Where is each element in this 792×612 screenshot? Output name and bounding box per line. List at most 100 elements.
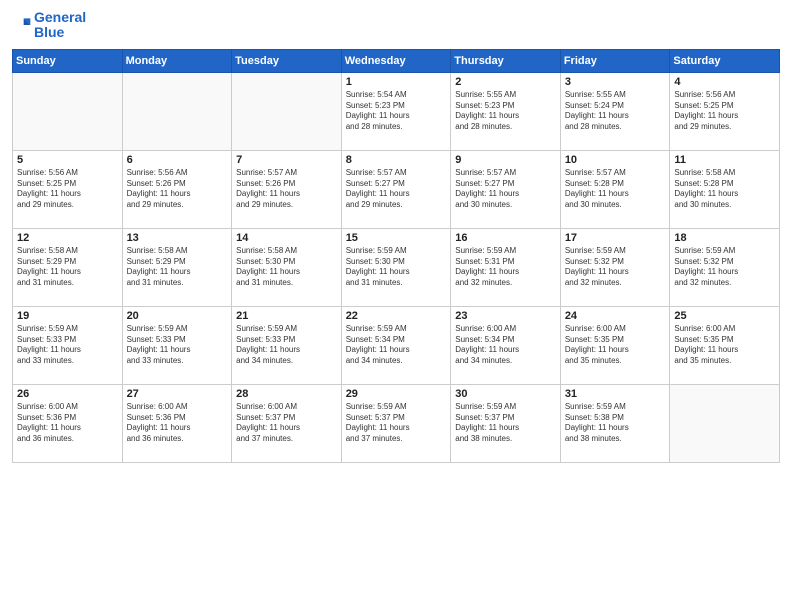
logo: GeneralBlue xyxy=(12,10,86,41)
calendar-cell: 27 Sunrise: 6:00 AM Sunset: 5:36 PM Dayli… xyxy=(122,384,232,462)
day-number: 5 xyxy=(17,154,118,166)
day-info: Sunrise: 6:00 AM Sunset: 5:35 PM Dayligh… xyxy=(674,324,775,367)
calendar-cell: 18 Sunrise: 5:59 AM Sunset: 5:32 PM Dayli… xyxy=(670,228,780,306)
calendar-cell: 11 Sunrise: 5:58 AM Sunset: 5:28 PM Dayli… xyxy=(670,150,780,228)
day-info: Sunrise: 5:55 AM Sunset: 5:24 PM Dayligh… xyxy=(565,90,666,133)
weekday-header-tuesday: Tuesday xyxy=(232,49,342,72)
day-info: Sunrise: 5:55 AM Sunset: 5:23 PM Dayligh… xyxy=(455,90,556,133)
calendar-cell: 20 Sunrise: 5:59 AM Sunset: 5:33 PM Dayli… xyxy=(122,306,232,384)
calendar-cell: 29 Sunrise: 5:59 AM Sunset: 5:37 PM Dayli… xyxy=(341,384,451,462)
day-info: Sunrise: 5:59 AM Sunset: 5:33 PM Dayligh… xyxy=(127,324,228,367)
day-number: 8 xyxy=(346,154,447,166)
calendar-cell: 23Sunrise: 6:00 AM Sunset: 5:34 PM Dayli… xyxy=(451,306,561,384)
day-info: Sunrise: 5:57 AM Sunset: 5:26 PM Dayligh… xyxy=(236,168,337,211)
calendar-cell: 2 Sunrise: 5:55 AM Sunset: 5:23 PM Daylig… xyxy=(451,72,561,150)
day-number: 19 xyxy=(17,310,118,322)
calendar-cell: 4 Sunrise: 5:56 AM Sunset: 5:25 PM Daylig… xyxy=(670,72,780,150)
calendar-cell: 31 Sunrise: 5:59 AM Sunset: 5:38 PM Dayli… xyxy=(560,384,670,462)
calendar-cell: 17 Sunrise: 5:59 AM Sunset: 5:32 PM Dayli… xyxy=(560,228,670,306)
weekday-header-saturday: Saturday xyxy=(670,49,780,72)
day-number: 2 xyxy=(455,76,556,88)
weekday-header-monday: Monday xyxy=(122,49,232,72)
calendar-cell: 16Sunrise: 5:59 AM Sunset: 5:31 PM Dayli… xyxy=(451,228,561,306)
day-info: Sunrise: 5:59 AM Sunset: 5:31 PM Dayligh… xyxy=(455,246,556,289)
calendar-cell: 14Sunrise: 5:58 AM Sunset: 5:30 PM Dayli… xyxy=(232,228,342,306)
day-info: Sunrise: 5:56 AM Sunset: 5:25 PM Dayligh… xyxy=(17,168,118,211)
day-number: 20 xyxy=(127,310,228,322)
calendar-cell xyxy=(122,72,232,150)
day-info: Sunrise: 5:58 AM Sunset: 5:28 PM Dayligh… xyxy=(674,168,775,211)
logo-icon xyxy=(12,15,32,35)
calendar-cell xyxy=(232,72,342,150)
day-info: Sunrise: 5:59 AM Sunset: 5:37 PM Dayligh… xyxy=(346,402,447,445)
day-info: Sunrise: 5:56 AM Sunset: 5:25 PM Dayligh… xyxy=(674,90,775,133)
day-info: Sunrise: 5:59 AM Sunset: 5:34 PM Dayligh… xyxy=(346,324,447,367)
day-number: 30 xyxy=(455,388,556,400)
calendar-cell: 12 Sunrise: 5:58 AM Sunset: 5:29 PM Dayli… xyxy=(13,228,123,306)
page-header: GeneralBlue xyxy=(12,10,780,41)
day-number: 23 xyxy=(455,310,556,322)
day-info: Sunrise: 5:58 AM Sunset: 5:29 PM Dayligh… xyxy=(127,246,228,289)
day-info: Sunrise: 5:59 AM Sunset: 5:32 PM Dayligh… xyxy=(565,246,666,289)
day-number: 21 xyxy=(236,310,337,322)
day-number: 22 xyxy=(346,310,447,322)
calendar-cell: 8 Sunrise: 5:57 AM Sunset: 5:27 PM Daylig… xyxy=(341,150,451,228)
calendar-cell: 26Sunrise: 6:00 AM Sunset: 5:36 PM Dayli… xyxy=(13,384,123,462)
day-number: 9 xyxy=(455,154,556,166)
day-number: 4 xyxy=(674,76,775,88)
day-number: 1 xyxy=(346,76,447,88)
day-info: Sunrise: 5:57 AM Sunset: 5:27 PM Dayligh… xyxy=(346,168,447,211)
day-number: 13 xyxy=(127,232,228,244)
weekday-header-sunday: Sunday xyxy=(13,49,123,72)
day-info: Sunrise: 6:00 AM Sunset: 5:37 PM Dayligh… xyxy=(236,402,337,445)
calendar-cell: 24 Sunrise: 6:00 AM Sunset: 5:35 PM Dayli… xyxy=(560,306,670,384)
day-info: Sunrise: 5:57 AM Sunset: 5:28 PM Dayligh… xyxy=(565,168,666,211)
week-row-5: 26Sunrise: 6:00 AM Sunset: 5:36 PM Dayli… xyxy=(13,384,780,462)
day-number: 7 xyxy=(236,154,337,166)
week-row-4: 19 Sunrise: 5:59 AM Sunset: 5:33 PM Dayli… xyxy=(13,306,780,384)
day-info: Sunrise: 5:58 AM Sunset: 5:29 PM Dayligh… xyxy=(17,246,118,289)
calendar-cell: 1 Sunrise: 5:54 AM Sunset: 5:23 PM Daylig… xyxy=(341,72,451,150)
day-number: 31 xyxy=(565,388,666,400)
calendar-cell xyxy=(13,72,123,150)
day-number: 29 xyxy=(346,388,447,400)
calendar-cell: 5 Sunrise: 5:56 AM Sunset: 5:25 PM Daylig… xyxy=(13,150,123,228)
day-number: 10 xyxy=(565,154,666,166)
weekday-header-wednesday: Wednesday xyxy=(341,49,451,72)
week-row-2: 5 Sunrise: 5:56 AM Sunset: 5:25 PM Daylig… xyxy=(13,150,780,228)
day-info: Sunrise: 5:59 AM Sunset: 5:33 PM Dayligh… xyxy=(236,324,337,367)
day-number: 27 xyxy=(127,388,228,400)
calendar-cell: 21 Sunrise: 5:59 AM Sunset: 5:33 PM Dayli… xyxy=(232,306,342,384)
calendar-cell: 19 Sunrise: 5:59 AM Sunset: 5:33 PM Dayli… xyxy=(13,306,123,384)
day-number: 6 xyxy=(127,154,228,166)
day-info: Sunrise: 5:59 AM Sunset: 5:32 PM Dayligh… xyxy=(674,246,775,289)
day-number: 24 xyxy=(565,310,666,322)
calendar-cell: 7 Sunrise: 5:57 AM Sunset: 5:26 PM Daylig… xyxy=(232,150,342,228)
day-number: 12 xyxy=(17,232,118,244)
calendar-table: SundayMondayTuesdayWednesdayThursdayFrid… xyxy=(12,49,780,463)
calendar-cell: 30 Sunrise: 5:59 AM Sunset: 5:37 PM Dayli… xyxy=(451,384,561,462)
day-info: Sunrise: 5:57 AM Sunset: 5:27 PM Dayligh… xyxy=(455,168,556,211)
weekday-header-thursday: Thursday xyxy=(451,49,561,72)
day-number: 17 xyxy=(565,232,666,244)
week-row-3: 12 Sunrise: 5:58 AM Sunset: 5:29 PM Dayli… xyxy=(13,228,780,306)
calendar-page: GeneralBlue SundayMondayTuesdayWednesday… xyxy=(0,0,792,612)
day-info: Sunrise: 5:54 AM Sunset: 5:23 PM Dayligh… xyxy=(346,90,447,133)
day-number: 28 xyxy=(236,388,337,400)
day-info: Sunrise: 5:59 AM Sunset: 5:38 PM Dayligh… xyxy=(565,402,666,445)
day-info: Sunrise: 5:59 AM Sunset: 5:30 PM Dayligh… xyxy=(346,246,447,289)
day-info: Sunrise: 5:59 AM Sunset: 5:33 PM Dayligh… xyxy=(17,324,118,367)
day-info: Sunrise: 6:00 AM Sunset: 5:35 PM Dayligh… xyxy=(565,324,666,367)
calendar-cell: 15Sunrise: 5:59 AM Sunset: 5:30 PM Dayli… xyxy=(341,228,451,306)
day-number: 11 xyxy=(674,154,775,166)
weekday-header-row: SundayMondayTuesdayWednesdayThursdayFrid… xyxy=(13,49,780,72)
day-info: Sunrise: 6:00 AM Sunset: 5:36 PM Dayligh… xyxy=(127,402,228,445)
day-info: Sunrise: 6:00 AM Sunset: 5:36 PM Dayligh… xyxy=(17,402,118,445)
calendar-cell: 6Sunrise: 5:56 AM Sunset: 5:26 PM Daylig… xyxy=(122,150,232,228)
day-info: Sunrise: 5:59 AM Sunset: 5:37 PM Dayligh… xyxy=(455,402,556,445)
calendar-cell xyxy=(670,384,780,462)
logo-text: GeneralBlue xyxy=(34,10,86,41)
calendar-cell: 9 Sunrise: 5:57 AM Sunset: 5:27 PM Daylig… xyxy=(451,150,561,228)
day-number: 18 xyxy=(674,232,775,244)
day-info: Sunrise: 5:58 AM Sunset: 5:30 PM Dayligh… xyxy=(236,246,337,289)
